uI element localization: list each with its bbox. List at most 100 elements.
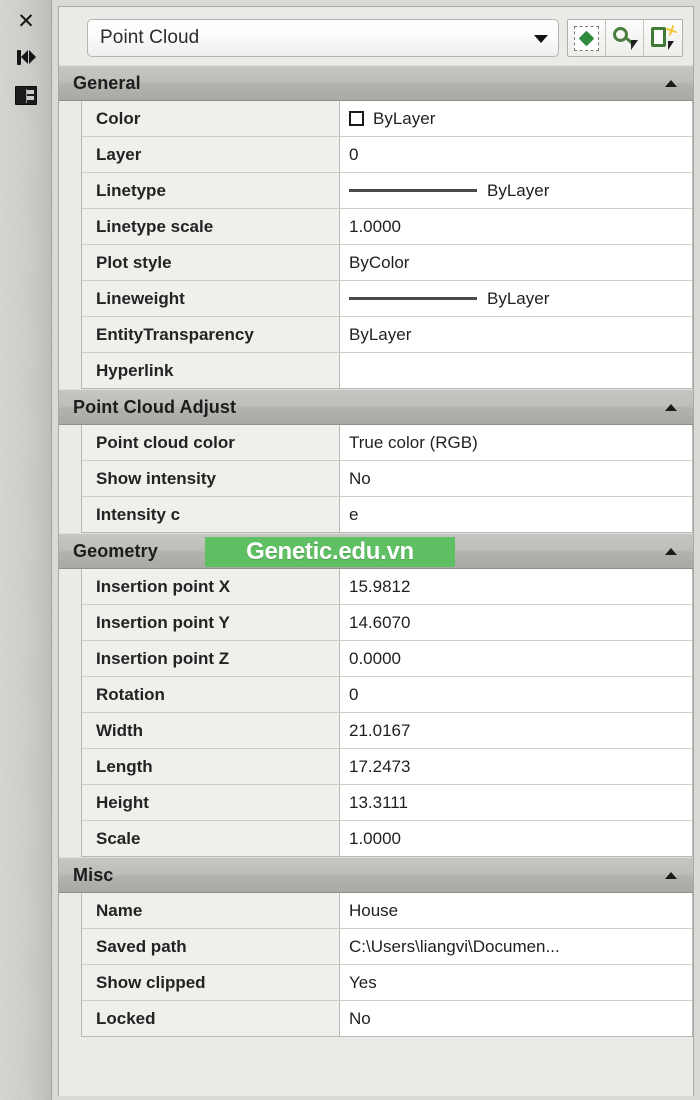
property-row[interactable]: Rotation 0 [82,677,692,713]
color-swatch-icon [349,111,364,126]
section-title: Misc [73,864,114,885]
palette-menu-button[interactable] [8,80,44,110]
property-value-text: 0 [349,144,359,164]
property-label: Plot style [82,245,340,280]
property-label: Show clipped [82,965,340,1000]
property-value[interactable]: No [340,1001,692,1036]
auto-hide-arrows-icon [16,49,36,65]
property-value[interactable]: 15.9812 [340,569,692,604]
property-label: Width [82,713,340,748]
property-row[interactable]: Color ByLayer [82,101,692,137]
quick-select-button[interactable] [606,20,644,56]
property-value[interactable]: 0 [340,677,692,712]
properties-palette: ✕ Point Cloud General Color ByLayer Laye… [0,0,700,1100]
property-row[interactable]: Length 17.2473 [82,749,692,785]
property-label: Linetype [82,173,340,208]
property-rows: Insertion point X 15.9812 Insertion point … [81,569,693,857]
collapse-triangle-icon[interactable] [665,404,677,411]
property-row[interactable]: Insertion point Z 0.0000 [82,641,692,677]
property-value[interactable]: ByLayer [340,173,692,208]
property-value[interactable]: True color (RGB) [340,425,692,460]
property-value[interactable]: Yes [340,965,692,1000]
property-value[interactable] [340,353,692,388]
property-row[interactable]: EntityTransparency ByLayer [82,317,692,353]
property-value-text: 17.2473 [349,756,411,776]
panel-toolbar [567,19,683,57]
collapse-triangle-icon[interactable] [665,548,677,555]
property-value-text: 0.0000 [349,648,401,668]
property-row[interactable]: Insertion point X 15.9812 [82,569,692,605]
property-row[interactable]: Plot style ByColor [82,245,692,281]
property-label: Name [82,893,340,928]
property-value[interactable]: 17.2473 [340,749,692,784]
property-value-text: No [349,1008,371,1028]
property-value[interactable]: C:\Users\liangvi\Documen... [340,929,692,964]
property-label: Saved path [82,929,340,964]
collapse-triangle-icon[interactable] [665,872,677,879]
property-value[interactable]: 0.0000 [340,641,692,676]
property-label: Lineweight [82,281,340,316]
property-value[interactable]: No [340,461,692,496]
property-value[interactable]: 1.0000 [340,821,692,856]
property-value-text: C:\Users\liangvi\Documen... [349,936,560,956]
property-label: Insertion point Z [82,641,340,676]
property-value[interactable]: ByLayer [340,317,692,352]
property-label: Point cloud color [82,425,340,460]
property-row[interactable]: Intensity c e [82,497,692,533]
properties-panel-icon [15,85,37,105]
property-label: Linetype scale [82,209,340,244]
property-row[interactable]: Point cloud color True color (RGB) [82,425,692,461]
property-value[interactable]: House [340,893,692,928]
property-row[interactable]: Layer 0 [82,137,692,173]
property-label: Height [82,785,340,820]
quick-properties-button[interactable] [644,20,682,56]
section-title: General [73,72,141,93]
section-header[interactable]: General [59,65,693,101]
quick-properties-icon [650,23,679,50]
property-row[interactable]: Height 13.3111 [82,785,692,821]
auto-hide-button[interactable] [8,42,44,72]
property-row[interactable]: Insertion point Y 14.6070 [82,605,692,641]
property-row[interactable]: Scale 1.0000 [82,821,692,857]
property-row[interactable]: Show clipped Yes [82,965,692,1001]
property-value-text: 21.0167 [349,720,411,740]
property-row[interactable]: Linetype scale 1.0000 [82,209,692,245]
collapse-triangle-icon[interactable] [665,80,677,87]
property-value[interactable]: 1.0000 [340,209,692,244]
property-value[interactable]: 13.3111 [340,785,692,820]
property-value-text: e [349,504,359,524]
property-rows: Point cloud color True color (RGB) Show in… [81,425,693,533]
property-value[interactable]: 14.6070 [340,605,692,640]
property-row[interactable]: Linetype ByLayer [82,173,692,209]
property-value-text: ByColor [349,252,410,272]
property-value[interactable]: ByColor [340,245,692,280]
close-button[interactable]: ✕ [8,6,44,36]
property-value[interactable]: ByLayer [340,281,692,316]
property-label: Color [82,101,340,136]
watermark-text: Genetic.edu.vn [246,538,414,565]
section-header[interactable]: Point Cloud Adjust [59,389,693,425]
property-value-text: ByLayer [487,180,550,200]
property-value[interactable]: 0 [340,137,692,172]
select-objects-button[interactable] [568,20,606,56]
object-type-dropdown[interactable]: Point Cloud [87,19,559,57]
property-value-text: 1.0000 [349,216,401,236]
property-value[interactable]: 21.0167 [340,713,692,748]
section-header[interactable]: Misc [59,857,693,893]
property-row[interactable]: Width 21.0167 [82,713,692,749]
section-title: Geometry [73,540,158,561]
property-value[interactable]: ByLayer [340,101,692,136]
property-row[interactable]: Hyperlink [82,353,692,389]
object-type-label: Point Cloud [100,27,200,48]
property-value-text: ByLayer [373,108,436,128]
property-row[interactable]: Name House [82,893,692,929]
property-row[interactable]: Locked No [82,1001,692,1037]
property-value[interactable]: e [340,497,692,532]
property-row[interactable]: Show intensity No [82,461,692,497]
property-value-text: House [349,900,399,920]
property-value-text: Yes [349,972,377,992]
property-row[interactable]: Lineweight ByLayer [82,281,692,317]
property-row[interactable]: Saved path C:\Users\liangvi\Documen... [82,929,692,965]
watermark-badge: Genetic.edu.vn [205,537,455,567]
property-label: Length [82,749,340,784]
